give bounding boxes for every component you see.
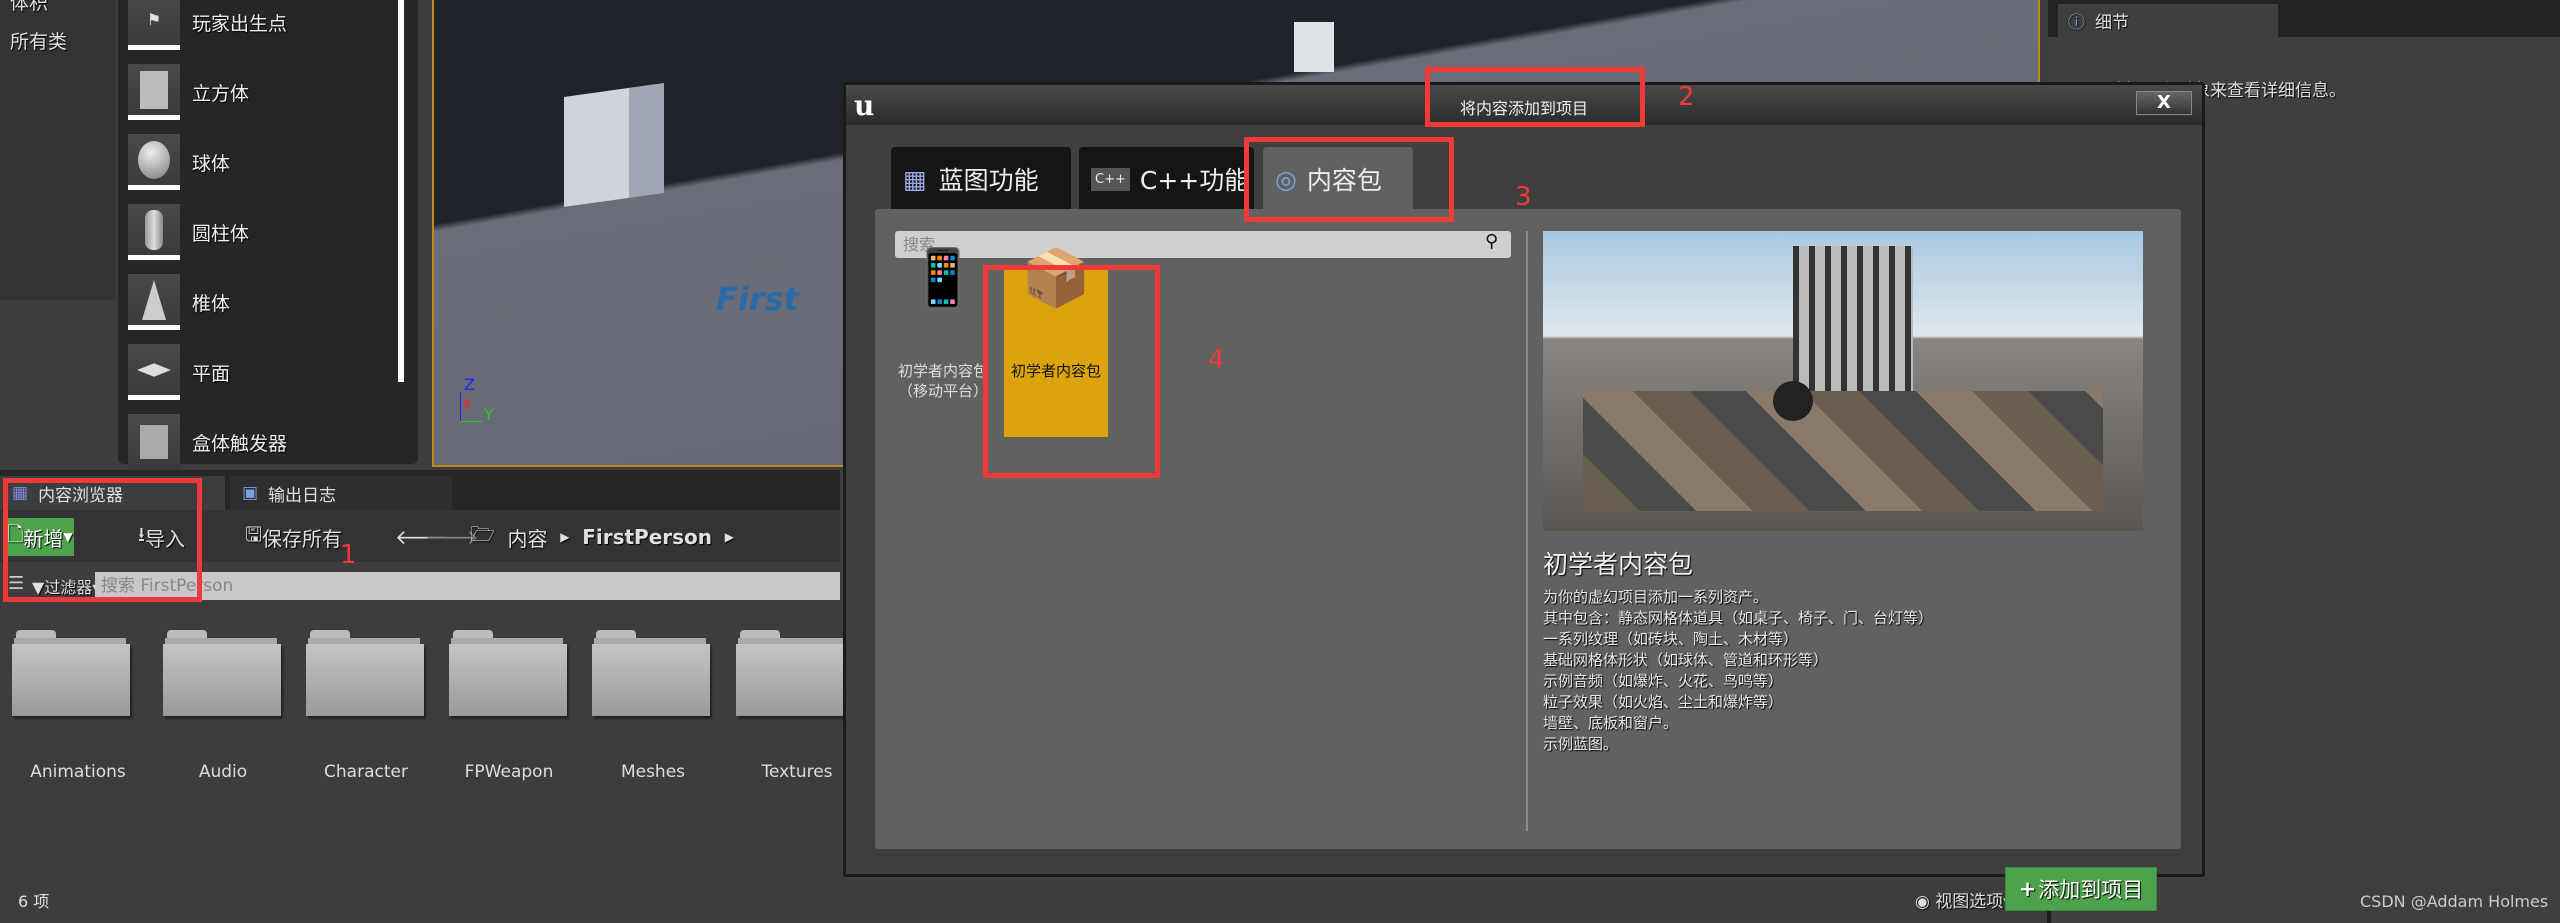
player-start-icon: ⚑ [128, 0, 180, 50]
annotation-number: 4 [1208, 345, 1225, 375]
annotation-number: 3 [1515, 182, 1532, 212]
save-all-button[interactable]: 🖫 保存所有 [245, 520, 342, 554]
tab-details[interactable]: ⓘ 细节 [2058, 4, 2278, 37]
place-item-cone[interactable]: 椎体 [128, 272, 230, 332]
view-options-button[interactable]: ◉ 视图选项▾ [1915, 887, 2012, 912]
preview-description: 为你的虚幻项目添加一系列资产。 其中包含：静态网格体道具（如桌子、椅子、门、台灯等… [1543, 588, 1934, 753]
place-item-box-trigger[interactable]: 盒体触发器 [128, 412, 287, 472]
cylinder-icon [128, 204, 180, 260]
preview-title: 初学者内容包 [1543, 550, 1694, 579]
place-actors-list: ⚑ 玩家出生点 立方体 球体 圆柱体 椎体 平面 盒体触发器 [118, 0, 418, 470]
pack-starter-mobile[interactable]: 📱 初学者内容包（移动平台） [895, 246, 991, 401]
place-item-sphere[interactable]: 球体 [128, 132, 230, 192]
folder-label: Animations [30, 762, 126, 782]
folder-label: Character [324, 762, 408, 782]
folder-meshes[interactable] [592, 630, 710, 720]
pack-preview-image [1543, 231, 2143, 531]
starter-mobile-icon: 📱 [908, 246, 978, 311]
breadcrumb-firstperson[interactable]: FirstPerson [582, 525, 712, 549]
cube-actor[interactable] [564, 82, 664, 208]
cpp-icon: C++ [1091, 167, 1130, 191]
folder-audio[interactable] [163, 630, 281, 720]
add-to-project-button[interactable]: + 添加到项目 [2005, 867, 2157, 911]
place-item-cylinder[interactable]: 圆柱体 [128, 202, 249, 262]
cone-icon [128, 274, 180, 330]
tab-output-log[interactable]: ▣ 输出日志 [230, 476, 452, 510]
box-trigger-icon [128, 414, 180, 470]
content-search-input[interactable]: 搜索 FirstPerson [95, 572, 840, 600]
sphere-icon [128, 134, 180, 190]
plus-icon: + [2018, 877, 2037, 901]
class-category-panel: 体积 所有类 [0, 0, 115, 300]
category-volume[interactable]: 体积 [10, 0, 48, 15]
floor-text: First [716, 280, 799, 318]
watermark: CSDN @Addam Holmes [2360, 892, 2549, 911]
folder-character[interactable] [306, 630, 424, 720]
folder-animations[interactable] [12, 630, 130, 720]
place-item-cube[interactable]: 立方体 [128, 62, 249, 122]
save-icon: 🖫 [245, 522, 263, 546]
folder-label: Audio [198, 762, 248, 782]
place-item-plane[interactable]: 平面 [128, 342, 230, 402]
axis-y-label: Y [484, 405, 494, 424]
close-button[interactable]: X [2136, 91, 2192, 115]
cube-icon [128, 64, 180, 120]
eye-icon: ◉ [1915, 892, 1930, 912]
item-count: 6 项 [18, 892, 50, 911]
category-all-classes[interactable]: 所有类 [10, 27, 67, 54]
breadcrumb-content[interactable]: 内容 [508, 523, 548, 552]
folder-fpweapon[interactable] [449, 630, 567, 720]
annotation-box-1 [3, 478, 202, 602]
output-log-icon: ▣ [242, 483, 259, 503]
block-actor [1294, 22, 1334, 72]
folder-label: Meshes [620, 762, 686, 782]
axis-x-label: X [462, 397, 472, 413]
axis-z-label: Z [464, 375, 475, 394]
folder-open-icon: 🗁 [470, 522, 495, 546]
blueprint-icon: ▦ [903, 164, 927, 194]
folder-textures[interactable] [736, 630, 854, 720]
search-icon: ⚲ [1485, 231, 1499, 252]
pack-search-input[interactable]: 搜索 [895, 231, 1511, 258]
folder-label: FPWeapon [464, 762, 554, 782]
annotation-box-3 [1244, 137, 1454, 222]
annotation-number: 1 [340, 540, 357, 570]
annotation-box-2 [1425, 67, 1645, 127]
breadcrumb: 🗁 内容 ▶ FirstPerson ▶ [470, 520, 734, 554]
plane-icon [128, 344, 180, 400]
annotation-box-4 [983, 265, 1160, 478]
info-icon: ⓘ [2068, 13, 2085, 33]
scrollbar[interactable] [398, 0, 404, 382]
tab-blueprint-features[interactable]: ▦ 蓝图功能 [891, 147, 1071, 211]
place-item-player-start[interactable]: ⚑ 玩家出生点 [128, 0, 287, 52]
annotation-number: 2 [1678, 82, 1695, 112]
details-tab-bar: ⓘ 细节 [2048, 0, 2560, 37]
tab-cpp-features[interactable]: C++ C++功能 [1079, 147, 1254, 211]
